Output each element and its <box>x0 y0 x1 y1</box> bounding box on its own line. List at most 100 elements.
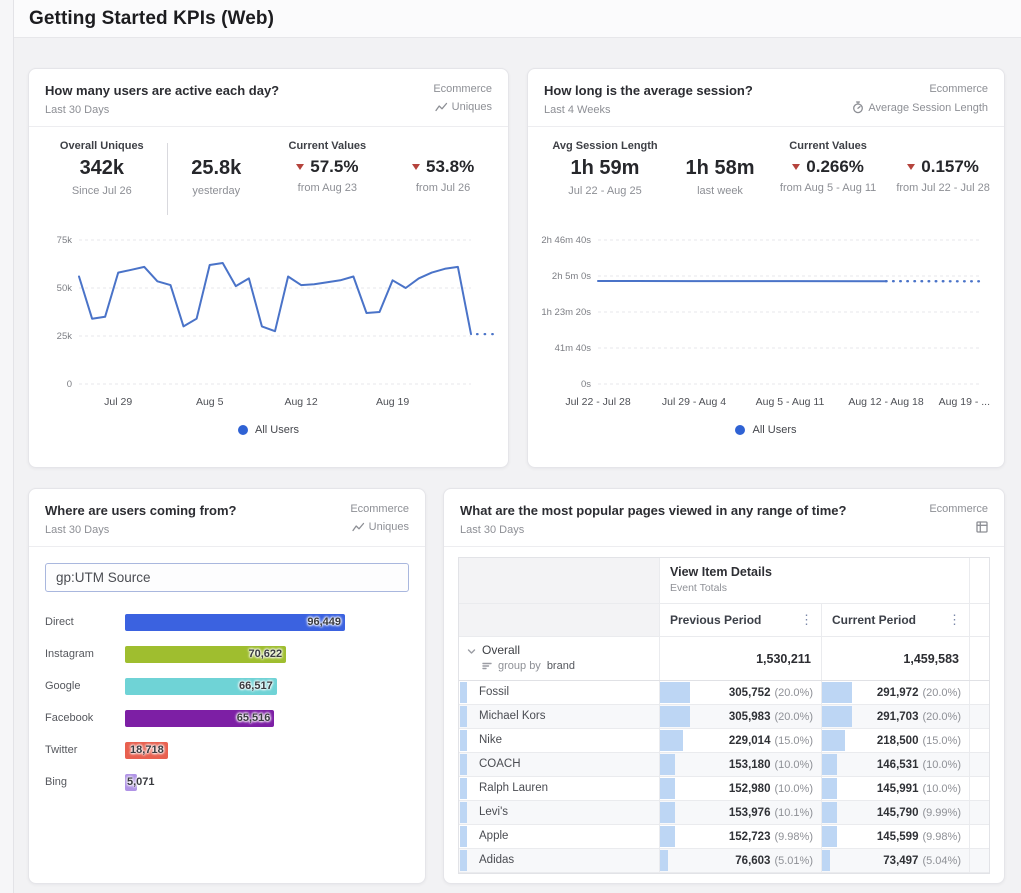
kebab-menu-icon[interactable]: ⋮ <box>800 612 813 628</box>
brand-name: Ralph Lauren <box>459 777 659 800</box>
avg-session-line-chart[interactable]: 2h 46m 40s2h 5m 0s1h 23m 20s41m 40s0sJul… <box>534 226 996 416</box>
value-percent: (9.98%) <box>922 831 961 843</box>
legend-all-users[interactable]: All Users <box>29 424 508 436</box>
utm-category-label: Instagram <box>45 648 125 660</box>
kebab-menu-icon[interactable]: ⋮ <box>948 612 961 628</box>
breakdown-selector[interactable]: gp:UTM Source <box>45 563 409 592</box>
event-name-header: View Item Details <box>670 565 969 579</box>
overall-current-value: 1,459,583 <box>821 637 969 680</box>
panel-header: Where are users coming from? Last 30 Day… <box>29 489 425 547</box>
table-row[interactable]: Apple152,723(9.98%)145,599(9.98%) <box>459 825 989 849</box>
value-count: 218,500 <box>877 735 919 747</box>
utm-bar-row[interactable]: Facebook 65,516 <box>45 702 409 734</box>
utm-bar-row[interactable]: Google66,517 <box>45 670 409 702</box>
report-title-link[interactable]: How long is the average session? <box>544 83 753 98</box>
value-count: 145,991 <box>877 783 919 795</box>
value-percent: (9.99%) <box>922 807 961 819</box>
event-totals-label: Event Totals <box>670 582 969 594</box>
date-range-label: Last 4 Weeks <box>544 104 753 116</box>
table-row[interactable]: Fossil305,752(20.0%)291,972(20.0%) <box>459 681 989 705</box>
current-period-cell: 146,531(10.0%) <box>821 753 969 776</box>
panel-popular-pages: What are the most popular pages viewed i… <box>443 488 1005 884</box>
table-icon <box>976 521 988 533</box>
value-count: 153,976 <box>729 807 771 819</box>
column-header-current-period[interactable]: Current Period ⋮ <box>822 604 969 636</box>
value-percent: (5.04%) <box>922 855 961 867</box>
utm-category-label: Direct <box>45 616 125 628</box>
cell-value-bar <box>822 778 837 799</box>
table-overall-row[interactable]: Overall group by brand 1,530,211 1,459,5… <box>459 637 989 681</box>
value-percent: (10.1%) <box>774 807 813 819</box>
daily-active-users-line-chart[interactable]: 75k50k25k0Jul 29Aug 5Aug 12Aug 19 <box>35 226 500 416</box>
utm-bar-row[interactable]: Direct 96,449 <box>45 606 409 638</box>
value-count: 152,980 <box>729 783 771 795</box>
report-title-link[interactable]: How many users are active each day? <box>45 83 279 98</box>
decrease-arrow-icon <box>296 164 304 170</box>
cell-value-bar <box>660 850 668 871</box>
previous-period-cell: 305,983(20.0%) <box>659 705 821 728</box>
svg-text:75k: 75k <box>57 235 73 246</box>
column-header-previous-period[interactable]: Previous Period ⋮ <box>660 604 821 636</box>
value-count: 76,603 <box>735 855 770 867</box>
brand-name: COACH <box>459 753 659 776</box>
table-row[interactable]: Adidas76,603(5.01%)73,497(5.04%) <box>459 849 989 873</box>
report-title-link[interactable]: Where are users coming from? <box>45 503 236 518</box>
value-percent: (10.0%) <box>774 759 813 771</box>
row-color-strip <box>460 730 467 751</box>
table-row[interactable]: Nike229,014(15.0%)218,500(15.0%) <box>459 729 989 753</box>
value-count: 152,723 <box>729 831 771 843</box>
utm-category-label: Facebook <box>45 712 125 724</box>
table-end-spacer <box>969 801 989 824</box>
group-by-icon <box>482 662 492 670</box>
utm-category-label: Bing <box>45 776 125 788</box>
table-column-header-row: Previous Period ⋮ Current Period ⋮ <box>459 604 989 637</box>
stat-change-week: Current Values 0.266% from Aug 5 - Aug 1… <box>766 140 890 218</box>
page-title: Getting Started KPIs (Web) <box>29 8 274 30</box>
panel-utm-source: Where are users coming from? Last 30 Day… <box>28 488 426 884</box>
row-color-strip <box>460 682 467 703</box>
line-chart-icon <box>352 522 365 533</box>
date-range-label: Last 30 Days <box>45 524 236 536</box>
panel-daily-active-users: How many users are active each day? Last… <box>28 68 509 468</box>
svg-text:Jul 29: Jul 29 <box>104 396 132 408</box>
utm-bar-row[interactable]: Twitter18,718 <box>45 734 409 766</box>
table-row[interactable]: Levi's153,976(10.1%)145,790(9.99%) <box>459 801 989 825</box>
utm-bar-row[interactable]: Instagram70,622 <box>45 638 409 670</box>
table-end-spacer <box>969 705 989 728</box>
utm-bar-value: 96,449 <box>307 616 341 628</box>
utm-bar-value: 18,718 <box>130 744 164 756</box>
table-group-header-row: View Item Details Event Totals <box>459 558 989 604</box>
cell-value-bar <box>822 730 845 751</box>
previous-period-cell: 152,980(10.0%) <box>659 777 821 800</box>
row-color-strip <box>460 778 467 799</box>
previous-period-cell: 152,723(9.98%) <box>659 825 821 848</box>
table-row[interactable]: COACH153,180(10.0%)146,531(10.0%) <box>459 753 989 777</box>
panel-header: How many users are active each day? Last… <box>29 69 508 127</box>
group-by-property[interactable]: brand <box>547 660 575 672</box>
previous-period-cell: 229,014(15.0%) <box>659 729 821 752</box>
brand-name: Nike <box>459 729 659 752</box>
value-count: 229,014 <box>729 735 771 747</box>
chevron-down-icon[interactable] <box>467 648 476 655</box>
stat-overall-uniques: Overall Uniques 342k Since Jul 26 <box>37 140 167 218</box>
svg-text:Aug 12 - Aug 18: Aug 12 - Aug 18 <box>848 396 923 408</box>
legend-all-users[interactable]: All Users <box>528 424 1004 436</box>
row-color-strip <box>460 802 467 823</box>
stat-avg-session: Avg Session Length 1h 59m Jul 22 - Aug 2… <box>536 140 674 218</box>
cell-value-bar <box>660 730 683 751</box>
value-count: 305,752 <box>729 687 771 699</box>
previous-period-cell: 153,180(10.0%) <box>659 753 821 776</box>
utm-bar-row[interactable]: Bing5,071 <box>45 766 409 798</box>
svg-text:Aug 19 - ...: Aug 19 - ... <box>939 396 990 408</box>
table-end-spacer <box>969 753 989 776</box>
utm-bar-track: 66,517 <box>125 678 411 695</box>
svg-text:0s: 0s <box>581 379 591 390</box>
current-period-cell: 218,500(15.0%) <box>821 729 969 752</box>
report-title-link[interactable]: What are the most popular pages viewed i… <box>460 503 846 518</box>
table-end-spacer <box>969 681 989 704</box>
table-row[interactable]: Michael Kors305,983(20.0%)291,703(20.0%) <box>459 705 989 729</box>
date-range-label: Last 30 Days <box>460 524 846 536</box>
utm-bar-value: 65,516 <box>237 712 271 724</box>
table-row[interactable]: Ralph Lauren152,980(10.0%)145,991(10.0%) <box>459 777 989 801</box>
svg-text:Jul 22 - Jul 28: Jul 22 - Jul 28 <box>565 396 631 408</box>
